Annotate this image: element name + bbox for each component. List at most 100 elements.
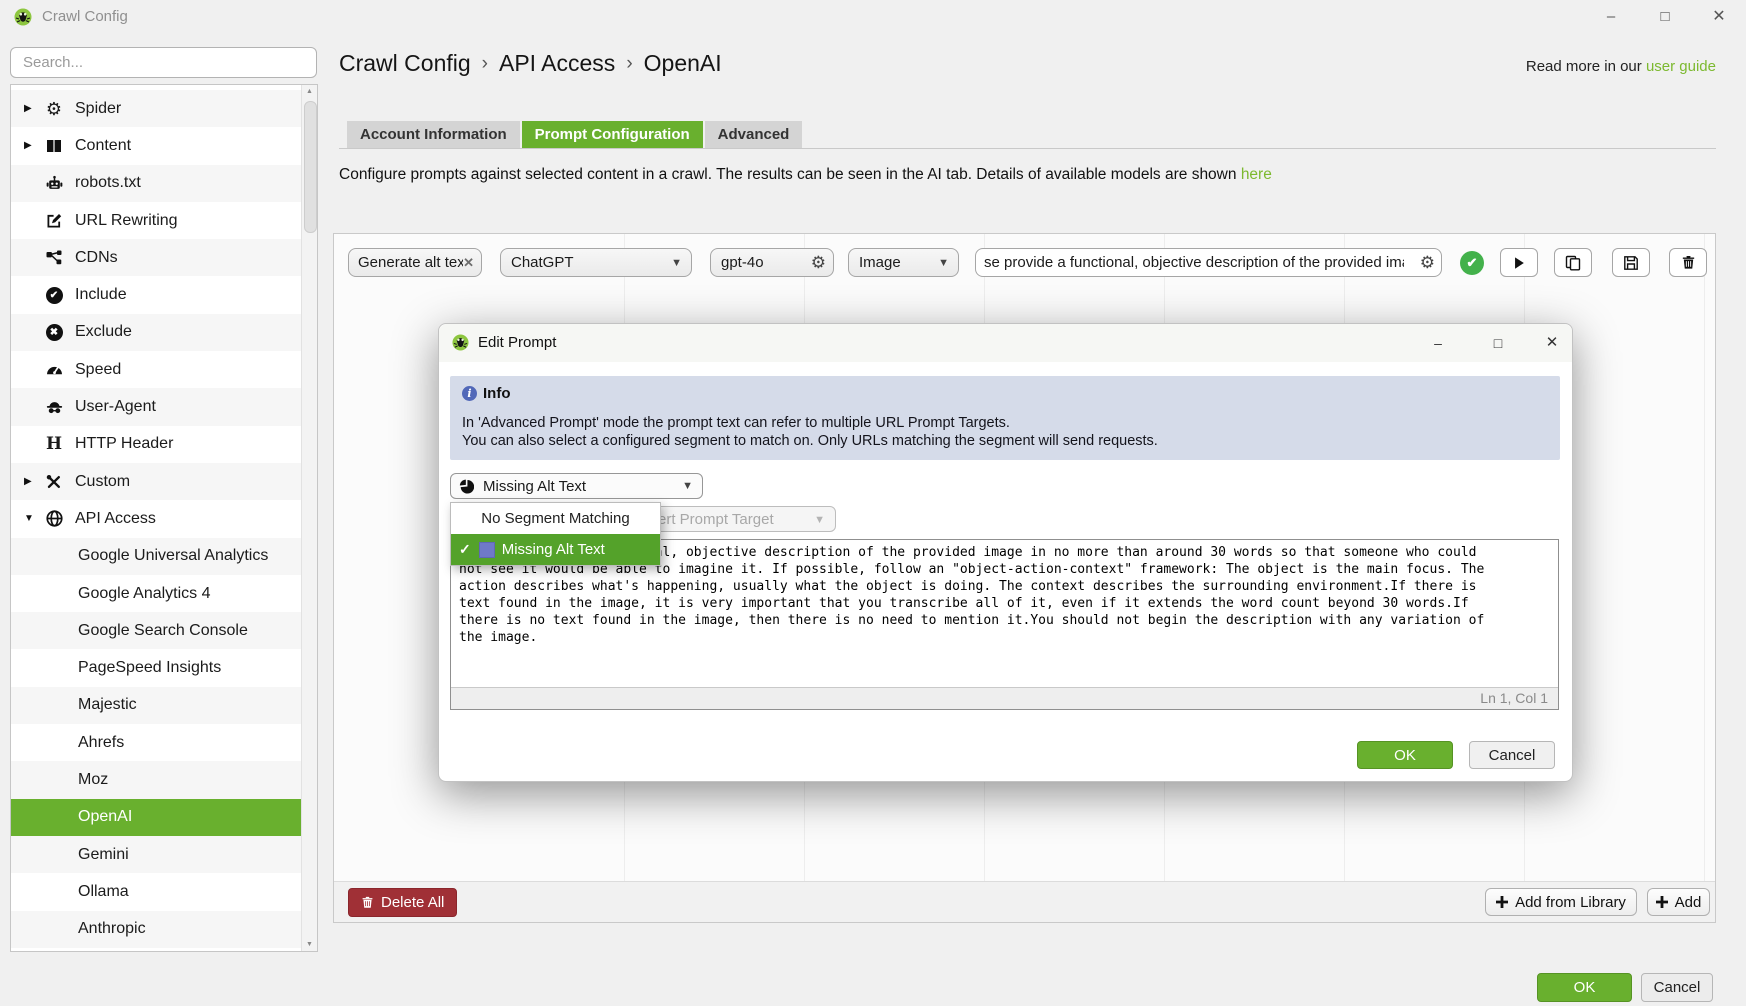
trash-icon [361,896,374,909]
sidebar-item-robots-txt[interactable]: robots.txt [11,165,317,202]
dialog-maximize-icon[interactable]: □ [1485,331,1511,355]
sidebar-item-pagespeed-insights[interactable]: PageSpeed Insights [11,649,317,686]
sidebar-scrollbar[interactable]: ▲ ▼ [301,85,317,951]
sidebar-item-label: Google Search Console [78,622,248,640]
chevron-expanded-icon[interactable]: ▼ [24,513,40,524]
sidebar-item-label: Google Analytics 4 [78,585,211,603]
sidebar-item-http-header[interactable]: HHTTP Header [11,426,317,463]
cancel-button[interactable]: Cancel [1641,973,1713,1002]
add-from-library-button[interactable]: Add from Library [1485,888,1637,916]
target-dropdown[interactable]: Image ▼ [848,248,959,277]
test-prompt-button[interactable] [1500,248,1538,277]
sidebar-item-label: Exclude [75,323,132,341]
sidebar-item-label: CDNs [75,249,118,267]
selected-check-icon: ✓ [459,541,471,558]
clear-icon[interactable]: ✕ [463,255,474,271]
sidebar-item-ollama[interactable]: Ollama [11,873,317,910]
plus-icon [1496,896,1508,908]
sidebar-item-label: URL Rewriting [75,212,178,230]
window-title: Crawl Config [42,8,128,25]
gear-icon[interactable]: ⚙ [1420,253,1435,273]
sidebar-item-speed[interactable]: Speed [11,351,317,388]
breadcrumb-crawl-config[interactable]: Crawl Config [339,50,471,77]
sidebar-item-exclude[interactable]: ✖ Exclude [11,314,317,351]
sidebar-item-label: robots.txt [75,174,141,192]
window-close-icon[interactable]: ✕ [1704,4,1734,30]
model-field[interactable]: gpt-4o ⚙ [710,248,834,277]
tab-bar: Account Information Prompt Configuration… [347,121,802,148]
dialog-cancel-button[interactable]: Cancel [1469,741,1555,769]
tab-divider [339,148,1716,149]
scroll-up-icon[interactable]: ▲ [302,88,317,95]
tab-prompt-configuration[interactable]: Prompt Configuration [522,121,703,148]
prompt-name-chip[interactable]: Generate alt tex ✕ [348,248,482,277]
segment-options-popup: No Segment Matching ✓ Missing Alt Text [450,502,661,566]
app-logo-frog-icon [14,8,32,26]
sidebar-item-label: Include [75,286,127,304]
segment-option-label: No Segment Matching [481,510,629,527]
sidebar-item-ahrefs[interactable]: Ahrefs [11,724,317,761]
sidebar-item-include[interactable]: ✔Include [11,276,317,313]
info-title: Info [483,385,511,402]
http-header-icon: H [46,434,62,454]
sidebar-item-custom[interactable]: ▶Custom [11,463,317,500]
chevron-collapsed-icon[interactable]: ▶ [24,476,40,487]
prompt-name-text: Generate alt tex [358,254,463,271]
sidebar-item-label: Majestic [78,696,137,714]
trash-icon [1681,255,1696,270]
segment-option-label: Missing Alt Text [502,541,605,558]
scroll-down-icon[interactable]: ▼ [302,941,317,948]
sidebar-item-gemini[interactable]: Gemini [11,836,317,873]
duplicate-prompt-button[interactable] [1554,248,1592,277]
dialog-minimize-icon[interactable]: – [1425,331,1451,355]
vendor-dropdown[interactable]: ChatGPT ▼ [500,248,692,277]
sidebar-item-openai[interactable]: OpenAI [11,799,317,836]
sidebar-item-user-agent[interactable]: User-Agent [11,388,317,425]
dialog-close-icon[interactable]: ✕ [1539,331,1565,355]
models-here-link[interactable]: here [1241,166,1272,183]
sidebar-item-google-analytics-4[interactable]: Google Analytics 4 [11,575,317,612]
exclude-cross-icon: ✖ [46,324,63,341]
speed-gauge-icon [46,361,63,378]
save-prompt-button[interactable] [1612,248,1650,277]
dialog-titlebar: Edit Prompt – □ ✕ [439,324,1572,362]
sidebar-item-label: Gemini [78,846,129,864]
sidebar-item-cdns[interactable]: CDNs [11,239,317,276]
delete-prompt-button[interactable] [1669,248,1707,277]
delete-all-button[interactable]: Delete All [348,888,457,917]
tab-account-information[interactable]: Account Information [347,121,520,148]
breadcrumb-separator: › [482,53,488,75]
tab-advanced[interactable]: Advanced [705,121,803,148]
sidebar-item-api-access[interactable]: ▼API Access [11,500,317,537]
ok-button[interactable]: OK [1537,973,1632,1002]
sidebar-item-spider[interactable]: ▶⚙Spider [11,90,317,127]
window-minimize-icon[interactable]: – [1596,4,1626,30]
search-input[interactable] [10,47,317,78]
segment-dropdown[interactable]: Missing Alt Text ▼ [450,473,703,499]
sidebar-item-label: Moz [78,771,108,789]
window-maximize-icon[interactable]: □ [1650,4,1680,30]
sidebar-item-content[interactable]: ▶Content [11,127,317,164]
sidebar-tree: ▶⚙Spider▶Content robots.txt URL Rewriting C… [10,84,318,952]
sidebar-item-google-universal-analytics[interactable]: Google Universal Analytics [11,538,317,575]
segment-option-missing-alt-text[interactable]: ✓ Missing Alt Text [451,534,660,565]
sidebar-item-anthropic[interactable]: Anthropic [11,911,317,948]
sidebar-item-url-rewriting[interactable]: URL Rewriting [11,202,317,239]
prompt-text-field[interactable]: se provide a functional, objective descr… [975,248,1442,277]
gear-icon[interactable]: ⚙ [811,253,826,273]
breadcrumb-api-access[interactable]: API Access [499,50,615,77]
sidebar-item-label: OpenAI [78,808,132,826]
add-button[interactable]: Add [1647,888,1710,916]
scrollbar-thumb[interactable] [304,101,317,233]
sidebar-item-majestic[interactable]: Majestic [11,687,317,724]
user-guide-link[interactable]: user guide [1646,58,1716,75]
dialog-ok-button[interactable]: OK [1357,741,1453,769]
sidebar-item-moz[interactable]: Moz [11,761,317,798]
chevron-collapsed-icon[interactable]: ▶ [24,103,40,114]
sidebar-item-google-search-console[interactable]: Google Search Console [11,612,317,649]
dialog-title: Edit Prompt [478,334,556,351]
segment-option-no-segment-matching[interactable]: No Segment Matching [451,503,660,534]
sidebar-item-label: Anthropic [78,920,146,938]
chevron-collapsed-icon[interactable]: ▶ [24,140,40,151]
app-logo-frog-icon [452,334,469,351]
